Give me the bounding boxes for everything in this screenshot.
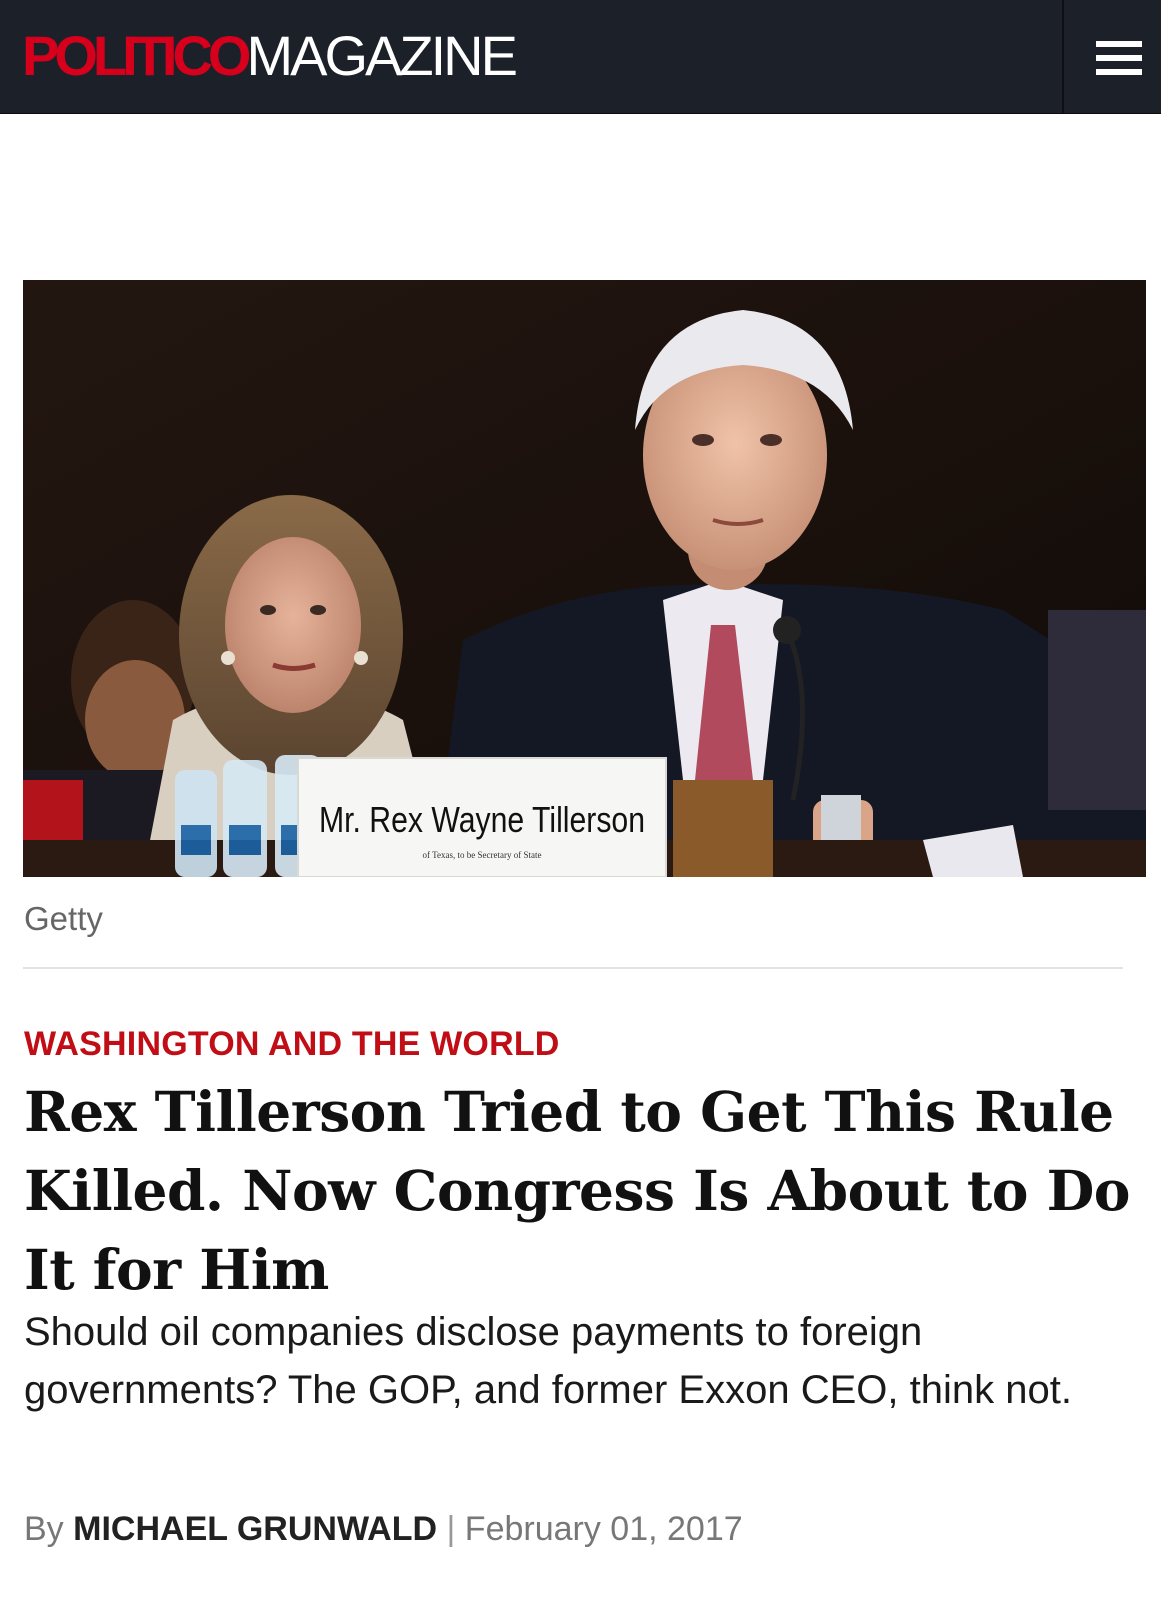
article-headline: Rex Tillerson Tried to Get This Rule Kil… [24, 1079, 1130, 1302]
article-dek: Should oil companies disclose payments t… [24, 1310, 1072, 1412]
nameplate-name-text: Mr. Rex Wayne Tillerson [319, 799, 645, 840]
byline: By MICHAEL GRUNWALD | February 01, 2017 [24, 1510, 743, 1549]
byline-prefix: By [24, 1510, 64, 1548]
section-label[interactable]: WASHINGTON AND THE WORLD [24, 1025, 560, 1064]
header-divider [1062, 0, 1064, 113]
hero-image: Mr. Rex Wayne Tillerson of Texas, to be … [23, 280, 1146, 877]
byline-separator: | [446, 1510, 456, 1548]
nameplate-subtitle-text: of Texas, to be Secretary of State [423, 850, 542, 860]
author-link[interactable]: MICHAEL GRUNWALD [73, 1510, 437, 1548]
menu-button[interactable] [1066, 0, 1161, 113]
divider-line [23, 967, 1123, 969]
logo-magazine-text: MAGAZINE [246, 24, 517, 87]
logo-politico-text: POLITICO [22, 24, 251, 87]
publish-date: February 01, 2017 [464, 1510, 743, 1548]
hamburger-menu-icon [1096, 41, 1142, 75]
photo-credit: Getty [24, 900, 103, 937]
hero-photo: Mr. Rex Wayne Tillerson of Texas, to be … [23, 280, 1146, 877]
site-header: POLITICOMAGAZINE [0, 0, 1161, 114]
politico-magazine-logo[interactable]: POLITICOMAGAZINE [22, 24, 518, 87]
